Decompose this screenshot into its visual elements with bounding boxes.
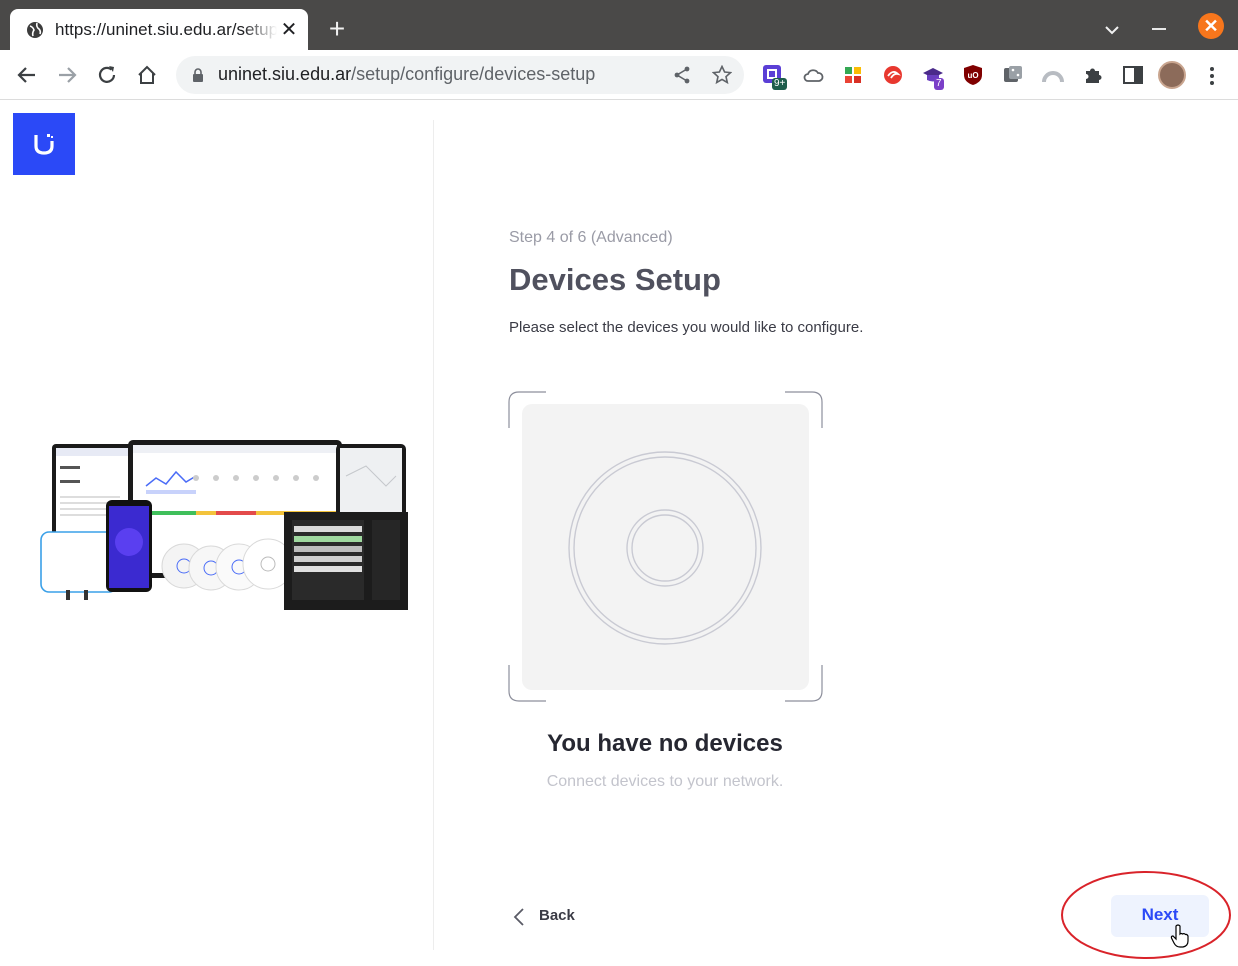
puzzle-graduation-extension-icon[interactable]: 7 [922, 64, 944, 90]
url-domain: uninet.siu.edu.ar [218, 64, 352, 84]
arc-extension-icon[interactable] [1042, 64, 1064, 86]
page-title: Devices Setup [509, 262, 721, 297]
lock-icon[interactable] [192, 68, 204, 82]
globe-icon [27, 22, 43, 38]
pane-divider [433, 120, 434, 950]
unifi-logo-icon [34, 134, 54, 155]
close-window-button[interactable]: ✕ [1198, 13, 1224, 39]
unifi-logo[interactable] [13, 113, 75, 175]
chevron-down-icon[interactable] [1100, 20, 1124, 40]
puzzle-piece-icon[interactable] [1082, 64, 1104, 86]
browser-toolbar: uninet.siu.edu.ar/setup/configure/device… [0, 50, 1238, 100]
step-indicator: Step 4 of 6 (Advanced) [509, 229, 673, 246]
devices-hero-illustration [40, 440, 408, 610]
tab-title: https://uninet.siu.edu.ar/setup/configur… [55, 20, 277, 39]
ublock-extension-icon[interactable]: uO [962, 64, 984, 86]
device-scanner-illustration [508, 391, 823, 702]
grid-extension-icon[interactable] [842, 64, 864, 86]
chevron-left-icon [513, 908, 524, 926]
url-text[interactable]: uninet.siu.edu.ar/setup/configure/device… [218, 64, 595, 85]
share-icon[interactable] [672, 65, 692, 85]
empty-state-subtitle: Connect devices to your network. [546, 773, 784, 790]
url-path: /setup/configure/devices-setup [351, 64, 596, 84]
hand-cursor-icon [1170, 924, 1189, 948]
empty-state-title: You have no devices [547, 730, 783, 757]
back-button-label: Back [539, 907, 575, 924]
back-arrow-icon[interactable] [16, 64, 38, 86]
page-description: Please select the devices you would like… [509, 319, 864, 336]
minimize-window-button[interactable] [1152, 28, 1166, 30]
address-bar[interactable]: uninet.siu.edu.ar/setup/configure/device… [176, 56, 744, 94]
side-panel-icon[interactable] [1122, 64, 1144, 86]
forward-arrow-icon[interactable] [56, 64, 78, 86]
swirl-extension-icon[interactable] [882, 64, 904, 86]
back-button[interactable]: Back [509, 904, 579, 930]
svg-text:uO: uO [967, 71, 978, 80]
bookmark-star-icon[interactable] [712, 65, 732, 85]
close-tab-icon[interactable]: ✕ [278, 19, 300, 41]
browser-tab-strip: https://uninet.siu.edu.ar/setup/configur… [0, 0, 1238, 50]
cloud-extension-icon[interactable] [802, 64, 824, 86]
annotation-circle [1061, 871, 1231, 959]
home-icon[interactable] [136, 64, 158, 86]
graduation-extension-badge: 7 [934, 78, 944, 90]
reload-icon[interactable] [96, 64, 118, 86]
profile-avatar[interactable] [1158, 61, 1186, 89]
notes-extension-badge: 9+ [772, 78, 788, 90]
new-tab-button[interactable]: + [322, 14, 352, 44]
dice-extension-icon[interactable] [1002, 64, 1024, 86]
browser-tab[interactable]: https://uninet.siu.edu.ar/setup/configur… [10, 9, 308, 50]
kebab-menu-icon[interactable] [1206, 65, 1218, 87]
notes-extension-icon[interactable]: 9+ [762, 64, 788, 90]
